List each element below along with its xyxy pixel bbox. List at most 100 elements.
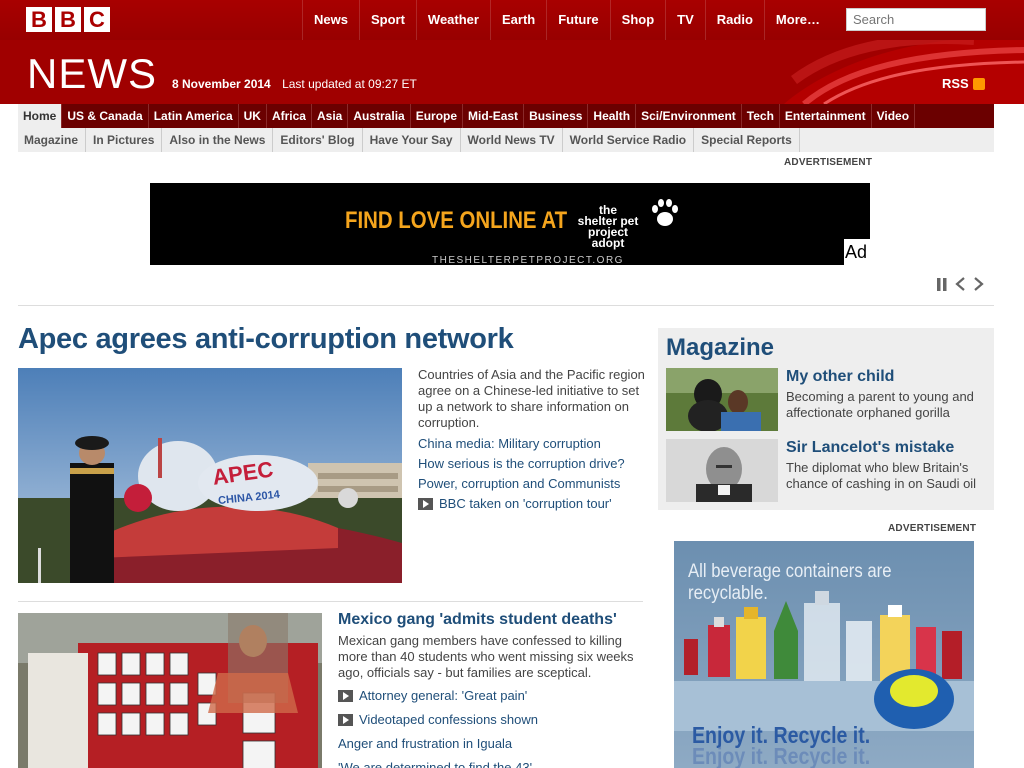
related-link-label: How serious is the corruption drive? — [418, 456, 625, 471]
nav-uk[interactable]: UK — [239, 104, 267, 128]
magazine-thumbnail[interactable] — [666, 368, 778, 431]
search-box — [846, 8, 986, 31]
top-bar: B B C News Sport Weather Earth Future Sh… — [0, 0, 1024, 40]
main-story-image[interactable]: APEC CHINA 2014 — [18, 368, 402, 583]
rss-label: RSS — [942, 76, 969, 91]
nav-asia[interactable]: Asia — [312, 104, 349, 128]
global-nav-weather[interactable]: Weather — [415, 0, 490, 40]
nav2-editors-blog[interactable]: Editors' Blog — [273, 128, 363, 152]
magazine-title[interactable]: Magazine — [666, 334, 774, 362]
second-story-headline[interactable]: Mexico gang 'admits student deaths' — [338, 611, 617, 629]
paw-print-icon — [652, 199, 678, 226]
news-masthead: NEWS 8 November 2014 Last updated at 09:… — [0, 40, 1024, 104]
nav-business[interactable]: Business — [524, 104, 589, 128]
related-link[interactable]: Power, corruption and Communists — [418, 474, 648, 494]
nav2-world-news-tv[interactable]: World News TV — [461, 128, 563, 152]
global-nav-sport[interactable]: Sport — [358, 0, 416, 40]
nav-entertainment[interactable]: Entertainment — [780, 104, 872, 128]
second-story-image[interactable] — [18, 613, 322, 768]
current-date: 8 November 2014 — [172, 77, 271, 91]
related-link[interactable]: 'We are determined to find the 43' — [338, 756, 644, 768]
global-nav-future[interactable]: Future — [546, 0, 609, 40]
last-updated: Last updated at 09:27 ET — [282, 77, 417, 91]
related-link[interactable]: How serious is the corruption drive? — [418, 454, 648, 474]
nav2-have-your-say[interactable]: Have Your Say — [363, 128, 461, 152]
related-link-label: Anger and frustration in Iguala — [338, 736, 513, 751]
nav2-in-pictures[interactable]: In Pictures — [86, 128, 163, 152]
magazine-item-desc: Becoming a parent to young and affection… — [786, 389, 974, 420]
rss-link[interactable]: RSS — [942, 76, 985, 91]
related-link-label: BBC taken on 'corruption tour' — [439, 496, 612, 511]
related-video-link[interactable]: BBC taken on 'corruption tour' — [418, 494, 648, 514]
related-link-label: Attorney general: 'Great pain' — [359, 688, 528, 703]
advertisement-label: ADVERTISEMENT — [888, 523, 977, 534]
nav2-magazine[interactable]: Magazine — [18, 128, 87, 152]
nav-africa[interactable]: Africa — [267, 104, 312, 128]
nav-video[interactable]: Video — [872, 104, 916, 128]
chevron-left-icon[interactable] — [955, 277, 966, 291]
nav-us-canada[interactable]: US & Canada — [62, 104, 149, 128]
magazine-item[interactable]: Sir Lancelot's mistake The diplomat who … — [666, 439, 986, 502]
second-story-links: Attorney general: 'Great pain' Videotape… — [338, 684, 644, 768]
magazine-panel: Magazine My other child Becoming a paren… — [658, 328, 994, 510]
chevron-right-icon[interactable] — [973, 277, 984, 291]
magazine-item[interactable]: My other child Becoming a parent to youn… — [666, 368, 986, 431]
nav-health[interactable]: Health — [588, 104, 637, 128]
nav2-also-in-the-news[interactable]: Also in the News — [162, 128, 274, 152]
carousel-controls — [936, 277, 984, 291]
nav-sci-environment[interactable]: Sci/Environment — [636, 104, 742, 128]
global-nav-news[interactable]: News — [302, 0, 359, 40]
bbc-logo[interactable]: B B C — [26, 7, 110, 32]
global-nav-more[interactable]: More… — [763, 0, 831, 40]
magazine-item-desc: The diplomat who blew Britain's chance o… — [786, 460, 977, 491]
logo-letter: B — [55, 7, 81, 32]
related-link-label: Videotaped confessions shown — [359, 712, 538, 727]
top-banner-ad[interactable]: FIND LOVE ONLINE AT the shelter pet proj… — [150, 183, 870, 265]
rss-icon — [972, 77, 985, 90]
main-story-summary: Countries of Asia and the Pacific region… — [418, 367, 645, 430]
ad-choices-corner[interactable]: Ad — [844, 239, 870, 265]
nav-home[interactable]: Home — [18, 104, 63, 128]
logo-letter: B — [26, 7, 52, 32]
nav-latin-america[interactable]: Latin America — [149, 104, 239, 128]
related-link[interactable]: Anger and frustration in Iguala — [338, 732, 644, 756]
ad-brand-logo: the shelter pet project adopt — [568, 204, 648, 249]
side-ad[interactable]: All beverage containers are recyclable. … — [674, 541, 974, 768]
pause-icon[interactable] — [936, 277, 948, 291]
related-link-label: Power, corruption and Communists — [418, 476, 621, 491]
related-link-label: 'We are determined to find the 43' — [338, 760, 533, 768]
advertisement-label: ADVERTISEMENT — [784, 157, 873, 168]
global-nav-earth[interactable]: Earth — [489, 0, 546, 40]
video-play-icon — [418, 498, 433, 510]
divider — [18, 601, 643, 602]
secondary-nav: Magazine In Pictures Also in the News Ed… — [18, 128, 994, 152]
main-story-headline[interactable]: Apec agrees anti-corruption network — [18, 323, 514, 356]
related-video-link[interactable]: Videotaped confessions shown — [338, 708, 644, 732]
ad-url: THESHELTERPETPROJECT.ORG — [432, 255, 624, 265]
magazine-thumbnail[interactable] — [666, 439, 778, 502]
nav2-world-service-radio[interactable]: World Service Radio — [563, 128, 695, 152]
magazine-item-title[interactable]: My other child — [786, 368, 894, 386]
global-nav-radio[interactable]: Radio — [704, 0, 764, 40]
related-link[interactable]: China media: Military corruption — [418, 434, 648, 454]
section-title[interactable]: NEWS — [27, 50, 157, 98]
masthead-swoosh-graphic — [784, 40, 1024, 104]
ad-headline: FIND LOVE ONLINE AT — [345, 207, 568, 234]
search-input[interactable] — [847, 9, 957, 30]
related-link-label: China media: Military corruption — [418, 436, 601, 451]
side-ad-slogan-echo: Enjoy it. Recycle it. — [692, 743, 871, 768]
nav-mid-east[interactable]: Mid-East — [463, 104, 525, 128]
nav-australia[interactable]: Australia — [348, 104, 411, 128]
nav-tech[interactable]: Tech — [742, 104, 780, 128]
dateline: 8 November 2014 Last updated at 09:27 ET — [172, 77, 417, 91]
video-play-icon — [338, 690, 353, 702]
bbc-news-page: B B C News Sport Weather Earth Future Sh… — [0, 0, 1024, 768]
second-story-summary: Mexican gang members have confessed to k… — [338, 633, 634, 680]
magazine-item-title[interactable]: Sir Lancelot's mistake — [786, 439, 954, 457]
nav-europe[interactable]: Europe — [411, 104, 464, 128]
global-nav-tv[interactable]: TV — [665, 0, 705, 40]
related-video-link[interactable]: Attorney general: 'Great pain' — [338, 684, 644, 708]
nav2-special-reports[interactable]: Special Reports — [694, 128, 800, 152]
divider — [18, 305, 994, 306]
global-nav-shop[interactable]: Shop — [609, 0, 666, 40]
